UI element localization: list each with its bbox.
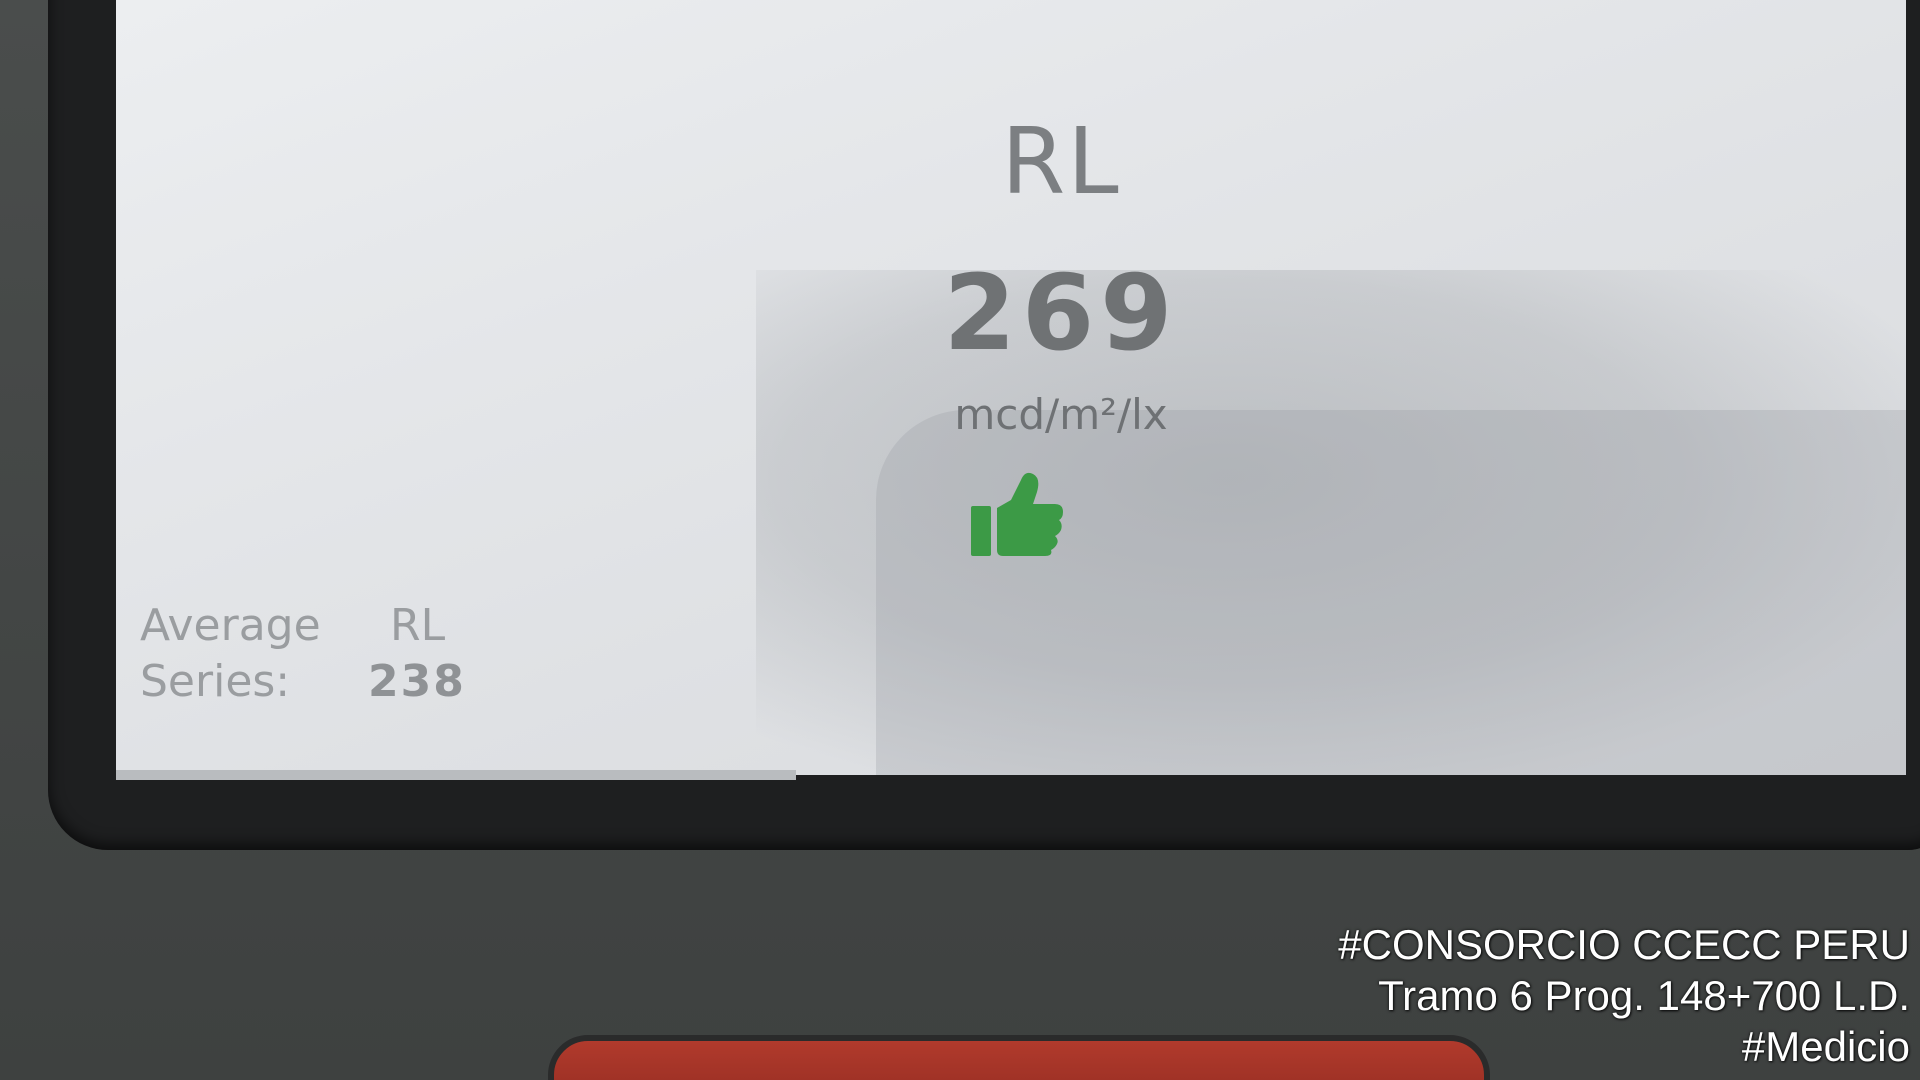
measurement-unit: mcd/m²/lx bbox=[954, 390, 1168, 439]
watermark-line-2: Tramo 6 Prog. 148+700 L.D. bbox=[1378, 972, 1910, 1019]
average-series-panel: Average Series: RL 238 bbox=[140, 600, 540, 720]
series-label: Series: bbox=[140, 656, 291, 707]
average-label: Average bbox=[140, 600, 321, 651]
retroreflectometer-device: RL 269 mcd/m²/lx Average Series: RL 238 … bbox=[0, 0, 1920, 1080]
metric-label: RL bbox=[1001, 108, 1121, 215]
measurement-value: 269 bbox=[943, 252, 1179, 374]
hand-shadow bbox=[876, 410, 1906, 775]
display-screen: RL 269 mcd/m²/lx Average Series: RL 238 bbox=[116, 0, 1906, 775]
watermark-line-1: #CONSORCIO CCECC PERU bbox=[1338, 921, 1910, 968]
average-value: 238 bbox=[368, 656, 466, 707]
watermark-line-3: #Medicio bbox=[1741, 1023, 1910, 1070]
photo-watermark: #CONSORCIO CCECC PERU Tramo 6 Prog. 148+… bbox=[1338, 919, 1910, 1072]
thumbs-up-icon bbox=[971, 472, 1063, 556]
screen-edge-highlight bbox=[116, 770, 796, 780]
average-metric-label: RL bbox=[390, 600, 446, 651]
